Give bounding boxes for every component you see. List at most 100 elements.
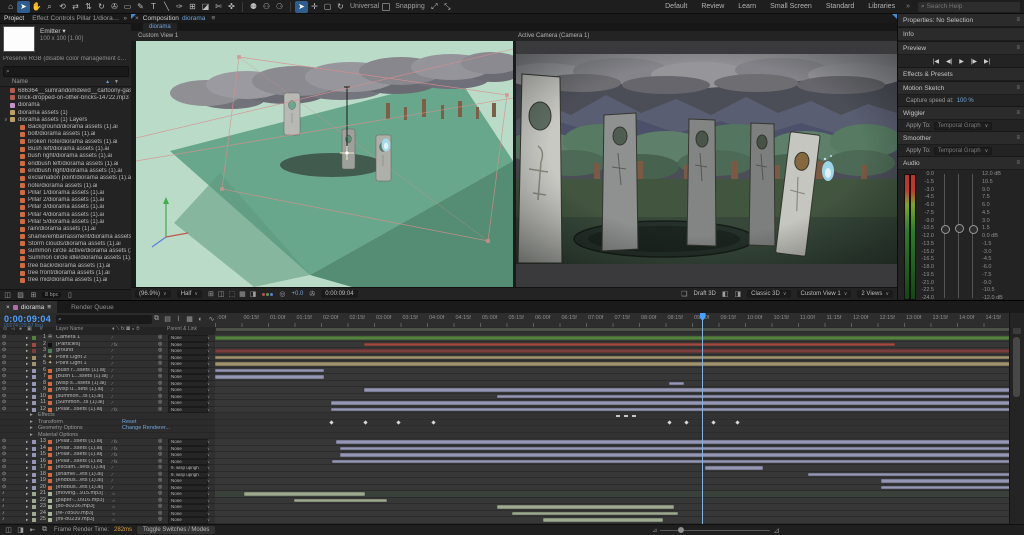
layer-duration-bar[interactable] — [215, 375, 324, 379]
layer-duration-bar[interactable] — [497, 505, 673, 509]
project-item[interactable]: Pillar 4/diorama assets (1).ai — [0, 211, 131, 218]
parent-pickwhip-icon[interactable]: ◎ — [158, 348, 162, 354]
layer-switches[interactable]: ∕ — [112, 355, 113, 361]
video-toggle-icon[interactable]: ⊙ — [2, 400, 6, 406]
chevron-down-icon[interactable]: ∨ — [207, 465, 210, 471]
video-toggle-icon[interactable]: ⊙ — [2, 452, 6, 458]
help-search-box[interactable]: ⌕ — [918, 2, 1020, 12]
rotation-tool-icon[interactable]: ↻ — [95, 1, 108, 13]
video-toggle-icon[interactable]: ⊙ — [2, 361, 6, 367]
timeline-layer-row[interactable]: ♪▸25[mi-80239.mp3]◃◎None∨ — [0, 517, 215, 524]
chevron-down-icon[interactable]: ∨ — [207, 407, 210, 413]
draft-3d-icon[interactable]: ▤ — [163, 314, 172, 324]
motion-blur-icon[interactable]: ◐ — [196, 314, 205, 324]
layer-switches[interactable]: ∕ fx — [112, 342, 118, 348]
keyframe-icon[interactable] — [668, 420, 672, 424]
tab-audio[interactable]: Audio — [903, 160, 920, 167]
layer-duration-bar[interactable] — [244, 492, 366, 496]
chevron-down-icon[interactable]: ∨ — [207, 504, 210, 510]
layer-name[interactable]: [endbus...ets (1).ai] — [56, 478, 108, 484]
audio-column-icon[interactable]: ◅ — [11, 327, 15, 333]
layer-name[interactable]: [bush r...ssets (1).ai] — [56, 368, 108, 374]
capture-speed-value[interactable]: 100 % — [957, 98, 974, 104]
layer-name[interactable]: ground — [56, 348, 108, 354]
project-item[interactable]: Summon circle idle/diorama assets (1).ai — [0, 255, 131, 262]
parent-pickwhip-icon[interactable]: ◎ — [158, 478, 162, 484]
layer-duration-bar[interactable] — [215, 362, 1010, 366]
new-folder-icon[interactable]: ▨ — [16, 290, 25, 300]
twirl-icon[interactable]: ▸ — [26, 511, 28, 517]
project-item[interactable]: exclamation point/diorama assets (1).ai — [0, 175, 131, 182]
keyframe-icon[interactable] — [330, 420, 334, 424]
layer-switches[interactable]: ◃ — [112, 504, 114, 510]
layer-switches[interactable]: ◃ — [112, 517, 114, 523]
layer-switches[interactable]: ∕ — [112, 381, 113, 387]
layer-name[interactable]: [Pillar...ssets (1).ai] — [56, 407, 108, 413]
layer-duration-bar[interactable] — [215, 336, 1010, 340]
layer-name[interactable]: [endbus...ets (1).ai] — [56, 485, 108, 491]
layer-name[interactable]: [Pillar...ssets (1).ai] — [56, 452, 108, 458]
twirl-icon[interactable]: ▸ — [26, 387, 28, 393]
twirl-icon[interactable]: ▸ — [26, 478, 28, 484]
project-item[interactable]: tree back/diorama assets (1).ai — [0, 262, 131, 269]
keyframe-icon[interactable] — [624, 415, 628, 418]
chevron-down-icon[interactable]: ∨ — [207, 348, 210, 354]
keyframe-icon[interactable] — [396, 420, 400, 424]
dolly-camera-tool-icon[interactable]: ⇅ — [82, 1, 95, 13]
parent-pickwhip-icon[interactable]: ◎ — [158, 407, 162, 413]
layer-duration-bar[interactable] — [705, 466, 763, 470]
keyframe-icon[interactable] — [684, 420, 688, 424]
label-color-swatch[interactable] — [32, 512, 36, 516]
layer-switches[interactable]: ∕ — [112, 465, 113, 471]
layer-switches[interactable]: ∕ — [112, 348, 113, 354]
hand-tool-icon[interactable]: ✋ — [30, 1, 43, 13]
keyframe-icon[interactable] — [735, 420, 739, 424]
brush-tool-icon[interactable]: ✑ — [173, 1, 186, 13]
layer-duration-bar[interactable] — [669, 382, 684, 386]
lock-column-icon[interactable]: ▣ — [27, 327, 32, 333]
video-toggle-icon[interactable]: ⊙ — [2, 439, 6, 445]
layer-switches[interactable]: ∕ — [112, 394, 113, 400]
timeline-search-box[interactable]: ⌕ — [56, 315, 152, 324]
parent-pickwhip-icon[interactable]: ◎ — [158, 465, 162, 471]
layer-switches[interactable]: ◃ — [112, 498, 114, 504]
help-search-input[interactable] — [927, 3, 1009, 10]
label-color-swatch[interactable] — [32, 382, 36, 386]
audio-toggle-icon[interactable]: ♪ — [2, 491, 5, 497]
twirl-icon[interactable]: ▾ — [26, 407, 28, 413]
world-axis-mode-icon[interactable]: ⚇ — [260, 1, 273, 13]
project-item[interactable]: summon circle active/diorama assets (1).… — [0, 248, 131, 255]
composition-tab-label[interactable]: Composition — [143, 15, 179, 22]
layer-duration-bar[interactable] — [364, 388, 1010, 392]
label-color-swatch[interactable] — [32, 349, 36, 353]
chevron-down-icon[interactable]: ∨ — [207, 478, 210, 484]
twirl-icon[interactable]: ▸ — [26, 381, 28, 387]
twirl-icon[interactable]: ▸ — [30, 433, 33, 439]
layer-switches[interactable]: ∕ — [112, 387, 113, 393]
project-item[interactable]: note/diorama assets (1).ai — [0, 182, 131, 189]
label-color-swatch[interactable] — [32, 343, 36, 347]
parent-pickwhip-icon[interactable]: ◎ — [158, 491, 162, 497]
label-color-swatch[interactable] — [32, 408, 36, 412]
panel-menu-icon[interactable]: ≡ — [1016, 110, 1020, 116]
tab-effect-controls[interactable]: Effect Controls Pillar 1/diorama 1 — [32, 15, 123, 22]
project-item[interactable]: broken note/diorama assets (1).ai — [0, 138, 131, 145]
project-item[interactable]: rain/diorama assets (1).ai — [0, 226, 131, 233]
current-time-field[interactable]: 0:00:09:04 — [321, 290, 357, 298]
panel-overflow-button[interactable]: » — [123, 15, 127, 22]
chevron-down-icon[interactable]: ∨ — [207, 374, 210, 380]
keyframe-icon[interactable] — [616, 415, 620, 418]
label-color-swatch[interactable] — [32, 492, 36, 496]
layer-switches[interactable]: ∕ fx — [112, 439, 118, 445]
twirl-icon[interactable]: ▸ — [26, 459, 28, 465]
parent-pickwhip-icon[interactable]: ◎ — [158, 387, 162, 393]
twirl-icon[interactable]: ▸ — [26, 504, 28, 510]
label-color-swatch[interactable] — [32, 369, 36, 373]
layer-name[interactable]: Point Light 1 — [56, 361, 108, 367]
label-color-swatch[interactable] — [32, 518, 36, 522]
chevron-down-icon[interactable]: ∨ — [207, 342, 210, 348]
parent-pickwhip-icon[interactable]: ◎ — [158, 335, 162, 341]
layer-duration-bar[interactable] — [331, 401, 1010, 405]
snapping-checkbox[interactable] — [382, 3, 390, 11]
project-item[interactable]: Bush left/diorama assets (1).ai — [0, 145, 131, 152]
